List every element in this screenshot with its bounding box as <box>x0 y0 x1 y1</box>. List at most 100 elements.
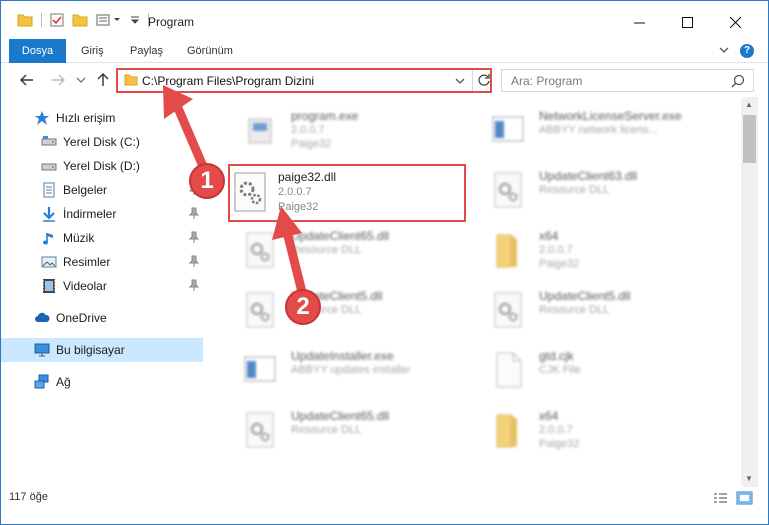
sidebar-item-drive-c[interactable]: Yerel Disk (C:) <box>1 130 203 154</box>
chevron-down-icon[interactable] <box>454 75 466 87</box>
videos-icon <box>43 279 55 293</box>
file-version: 2.0.0.7 <box>539 244 573 256</box>
sidebar-item-label: İndirmeler <box>63 207 117 221</box>
expand-ribbon-icon[interactable] <box>718 44 730 56</box>
file-name: x64 <box>539 229 559 243</box>
documents-icon <box>43 182 55 198</box>
large-icons-view-icon[interactable] <box>736 491 753 505</box>
sidebar-item-label: Yerel Disk (D:) <box>63 159 140 173</box>
sidebar-item-this-pc[interactable]: Bu bilgisayar <box>1 338 203 362</box>
address-path[interactable]: C:\Program Files\Program Dizini <box>142 74 314 88</box>
star-icon <box>35 111 49 125</box>
minimize-button[interactable] <box>616 7 662 37</box>
details-view-icon[interactable] <box>712 491 729 505</box>
file-item-paige32[interactable]: paige32.dll 2.0.0.7 Paige32 <box>230 166 470 224</box>
status-bar: 117 öğe <box>1 489 768 524</box>
file-item[interactable]: x64 2.0.0.7 Paige32 <box>475 223 715 281</box>
folder-icon <box>496 414 517 448</box>
highlighted-file-item[interactable]: paige32.dll 2.0.0.7 Paige32 <box>228 164 466 222</box>
file-name: UpdateClient63.dll <box>539 169 638 183</box>
pin-icon[interactable] <box>189 279 199 291</box>
sidebar-item-pictures[interactable]: Resimler <box>1 250 203 274</box>
step-1-badge: 1 <box>189 163 225 199</box>
dropdown-arrow-icon[interactable] <box>130 13 140 27</box>
file-description: Resource DLL <box>291 424 362 436</box>
close-icon <box>729 16 741 28</box>
file-description: Paige32 <box>539 438 580 450</box>
sidebar-item-label: Yerel Disk (C:) <box>63 135 140 149</box>
sidebar-item-network[interactable]: Ağ <box>1 370 203 394</box>
scroll-thumb[interactable] <box>743 115 756 163</box>
sidebar-item-drive-d[interactable]: Yerel Disk (D:) <box>1 154 203 178</box>
tab-view[interactable]: Görünüm <box>187 39 233 63</box>
pin-icon[interactable] <box>189 231 199 243</box>
dll-gear-icon <box>246 412 274 448</box>
file-description: ABBYY network licens... <box>539 124 658 136</box>
file-item[interactable]: gtd.cjk CJK File <box>475 343 715 401</box>
sidebar-item-downloads[interactable]: İndirmeler <box>1 202 203 226</box>
sidebar-item-onedrive[interactable]: OneDrive <box>1 306 203 330</box>
drive-icon <box>41 163 57 171</box>
search-box[interactable]: Ara: Program <box>501 69 754 92</box>
file-description: Resource DLL <box>291 244 362 256</box>
folder-icon <box>124 74 138 86</box>
file-item[interactable]: x64 2.0.0.7 Paige32 <box>475 403 715 461</box>
help-icon[interactable]: ? <box>740 44 754 58</box>
tab-file[interactable]: Dosya <box>9 39 66 63</box>
window-title: Program <box>148 15 195 29</box>
file-name: x64 <box>539 409 559 423</box>
sidebar-item-music[interactable]: Müzik <box>1 226 203 250</box>
sidebar-item-documents[interactable]: Belgeler <box>1 178 203 202</box>
step-2-badge: 2 <box>285 289 321 325</box>
vertical-scrollbar[interactable]: ▲ ▼ <box>741 97 758 487</box>
up-arrow-icon[interactable] <box>95 72 111 88</box>
pin-icon[interactable] <box>189 255 199 267</box>
dll-gear-icon <box>234 172 266 212</box>
maximize-button[interactable] <box>664 7 710 37</box>
close-button[interactable] <box>712 7 758 37</box>
file-icon <box>496 352 522 388</box>
address-divider <box>472 70 473 91</box>
search-icon[interactable] <box>731 74 745 88</box>
downloads-icon <box>43 207 55 222</box>
folder-icon <box>496 234 517 268</box>
music-icon <box>43 233 53 245</box>
file-description: CJK File <box>539 364 581 376</box>
search-placeholder[interactable]: Ara: Program <box>511 74 582 88</box>
file-item[interactable]: program.exe 2.0.0.7 Paige32 <box>227 103 467 161</box>
file-item[interactable]: NetworkLicenseServer.exe ABBYY network l… <box>475 103 715 161</box>
back-arrow-icon[interactable] <box>19 72 35 88</box>
file-item[interactable]: UpdateInstaller.exe ABBYY updates instal… <box>227 343 467 401</box>
navigation-pane: Hızlı erişim Yerel Disk (C:) Yerel Disk … <box>1 101 211 461</box>
dll-gear-icon <box>246 292 274 328</box>
recent-locations-icon[interactable] <box>76 76 86 84</box>
sidebar-item-label: Hızlı erişim <box>56 111 116 125</box>
title-bar: Program <box>1 1 768 39</box>
scroll-down-icon[interactable]: ▼ <box>745 474 753 483</box>
pin-icon[interactable] <box>189 207 199 219</box>
tab-home[interactable]: Giriş <box>81 39 104 63</box>
file-name: paige32.dll <box>278 170 337 184</box>
address-bar[interactable]: C:\Program Files\Program Dizini <box>116 68 492 93</box>
scroll-up-icon[interactable]: ▲ <box>745 100 753 109</box>
file-name: UpdateInstaller.exe <box>291 349 394 363</box>
file-item[interactable]: UpdateClient65.dll Resource DLL <box>227 223 467 281</box>
forward-arrow-icon[interactable] <box>50 72 66 88</box>
properties-icon[interactable] <box>50 13 64 27</box>
file-item[interactable]: UpdateClient63.dll Resource DLL <box>475 163 715 221</box>
sidebar-item-quick-access[interactable]: Hızlı erişim <box>1 106 203 130</box>
toolbar-separator <box>41 13 42 27</box>
customize-toolbar-icon[interactable] <box>96 13 122 27</box>
file-item[interactable]: UpdateClient5.dll Resource DLL <box>227 283 467 341</box>
pictures-icon <box>41 256 57 268</box>
tab-share[interactable]: Paylaş <box>130 39 163 63</box>
new-folder-icon[interactable] <box>72 13 88 27</box>
refresh-icon[interactable] <box>477 73 491 87</box>
file-version: 2.0.0.7 <box>278 186 312 198</box>
file-description: Resource DLL <box>539 184 610 196</box>
sidebar-item-videos[interactable]: Videolar <box>1 274 203 298</box>
sidebar-item-label: Ağ <box>56 375 71 389</box>
file-item[interactable]: UpdateClient65.dll Resource DLL <box>227 403 467 461</box>
file-item[interactable]: UpdateClient5.dll Resource DLL <box>475 283 715 341</box>
sidebar-item-label: Resimler <box>63 255 111 269</box>
